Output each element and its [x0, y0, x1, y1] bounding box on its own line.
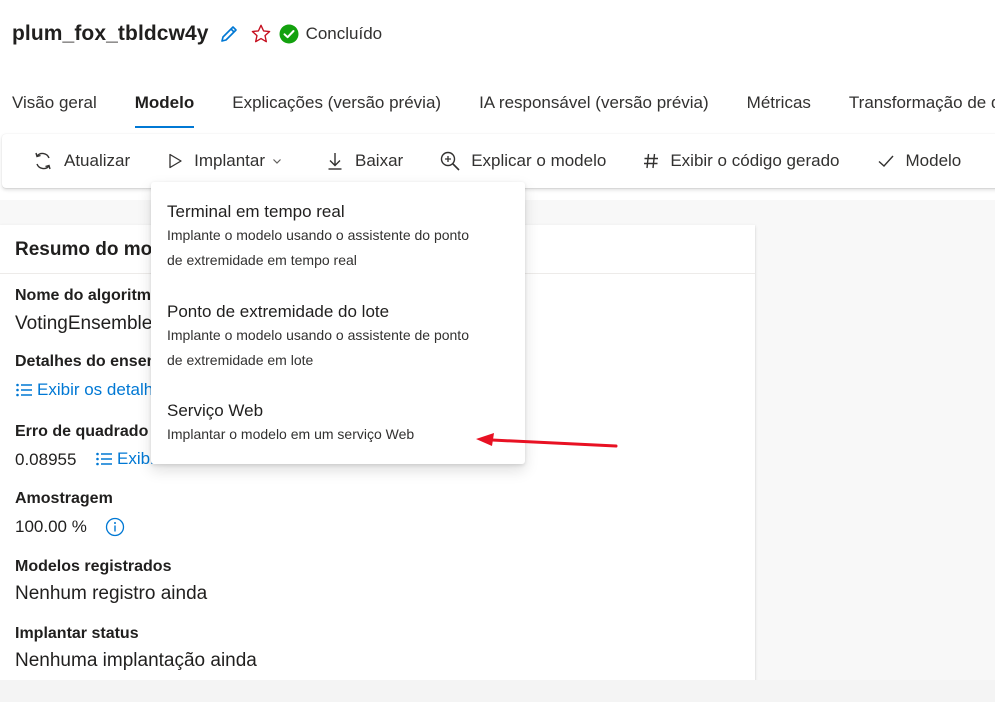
menu-item-description: Implantar o modelo em um serviço Web — [167, 426, 415, 442]
tab-data-transformation[interactable]: Transformação de dados — [837, 82, 995, 130]
status-badge: Concluído — [279, 24, 383, 44]
tab-overview[interactable]: Visão geral — [0, 82, 109, 130]
menu-item-title: Ponto de extremidade do lote — [167, 302, 390, 321]
info-icon[interactable] — [105, 517, 125, 537]
refresh-label: Atualizar — [64, 151, 131, 170]
menu-item-batch-endpoint[interactable]: Ponto de extremidade do lote Implante o … — [167, 301, 512, 373]
menu-item-description: Implante o modelo usando o assistente do… — [167, 227, 469, 243]
ensemble-details-link[interactable]: Exibir os detalhes — [15, 380, 171, 400]
deploy-status-value: Nenhuma implantação ainda — [15, 650, 257, 671]
explain-model-button[interactable]: Explicar o modelo — [427, 141, 618, 181]
hash-icon — [644, 153, 659, 169]
title-row: plum_fox_tbldcw4y Concluído — [12, 18, 382, 50]
refresh-icon — [35, 152, 51, 170]
model-action-label: Modelo — [905, 151, 962, 170]
checkmark-icon — [878, 155, 894, 167]
menu-item-web-service[interactable]: Serviço Web Implantar o modelo em um ser… — [167, 400, 512, 447]
deploy-button[interactable]: Implantar — [154, 141, 295, 181]
chevron-down-icon — [273, 159, 281, 164]
deploy-label: Implantar — [194, 151, 266, 170]
menu-item-description: de extremidade em tempo real — [167, 252, 357, 268]
download-label: Baixar — [355, 151, 404, 170]
tab-responsible-ai[interactable]: IA responsável (versão prévia) — [467, 82, 721, 130]
explain-model-label: Explicar o modelo — [471, 151, 607, 170]
algorithm-value: VotingEnsemble — [15, 313, 153, 334]
status-text: Concluído — [305, 24, 383, 43]
star-icon[interactable] — [249, 22, 273, 46]
menu-item-title: Terminal em tempo real — [167, 202, 345, 221]
command-bar: Atualizar Implantar Baixar Explicar o mo… — [2, 134, 995, 188]
sampling-row: 100.00 % — [15, 517, 125, 537]
edit-icon[interactable] — [217, 22, 241, 46]
download-icon — [328, 153, 342, 170]
play-icon — [169, 153, 182, 169]
menu-item-description: Implante o modelo usando o assistente de… — [167, 327, 469, 343]
algorithm-label: Nome do algoritmo — [15, 287, 161, 304]
zoom-in-icon — [441, 151, 460, 171]
view-code-label: Exibir o código gerado — [670, 151, 840, 170]
list-icon — [96, 452, 112, 466]
sampling-label: Amostragem — [15, 490, 113, 507]
check-circle-icon — [279, 24, 299, 44]
red-annotation-arrow — [476, 433, 618, 448]
tab-model[interactable]: Modelo — [123, 82, 207, 130]
tab-bar: Visão geral Modelo Explicações (versão p… — [0, 82, 995, 130]
registered-models-value: Nenhum registro ainda — [15, 583, 208, 604]
registered-models-label: Modelos registrados — [15, 558, 172, 575]
menu-item-realtime-endpoint[interactable]: Terminal em tempo real Implante o modelo… — [167, 201, 512, 273]
error-value: 0.08955 — [15, 450, 77, 469]
sampling-value: 100.00 % — [15, 517, 87, 536]
tab-explanations[interactable]: Explicações (versão prévia) — [220, 82, 453, 130]
refresh-button[interactable]: Atualizar — [20, 141, 142, 181]
deploy-status-label: Implantar status — [15, 625, 139, 642]
run-title: plum_fox_tbldcw4y — [12, 22, 209, 45]
download-button[interactable]: Baixar — [313, 141, 415, 181]
menu-item-description: de extremidade em lote — [167, 352, 314, 368]
menu-item-title: Serviço Web — [167, 401, 264, 420]
view-code-button[interactable]: Exibir o código gerado — [630, 141, 851, 181]
bottom-strip — [0, 680, 995, 702]
deploy-dropdown-menu: Terminal em tempo real Implante o modelo… — [151, 182, 525, 464]
tab-metrics[interactable]: Métricas — [735, 82, 823, 130]
model-action-button[interactable]: Modelo — [864, 141, 974, 181]
list-icon — [16, 383, 32, 397]
